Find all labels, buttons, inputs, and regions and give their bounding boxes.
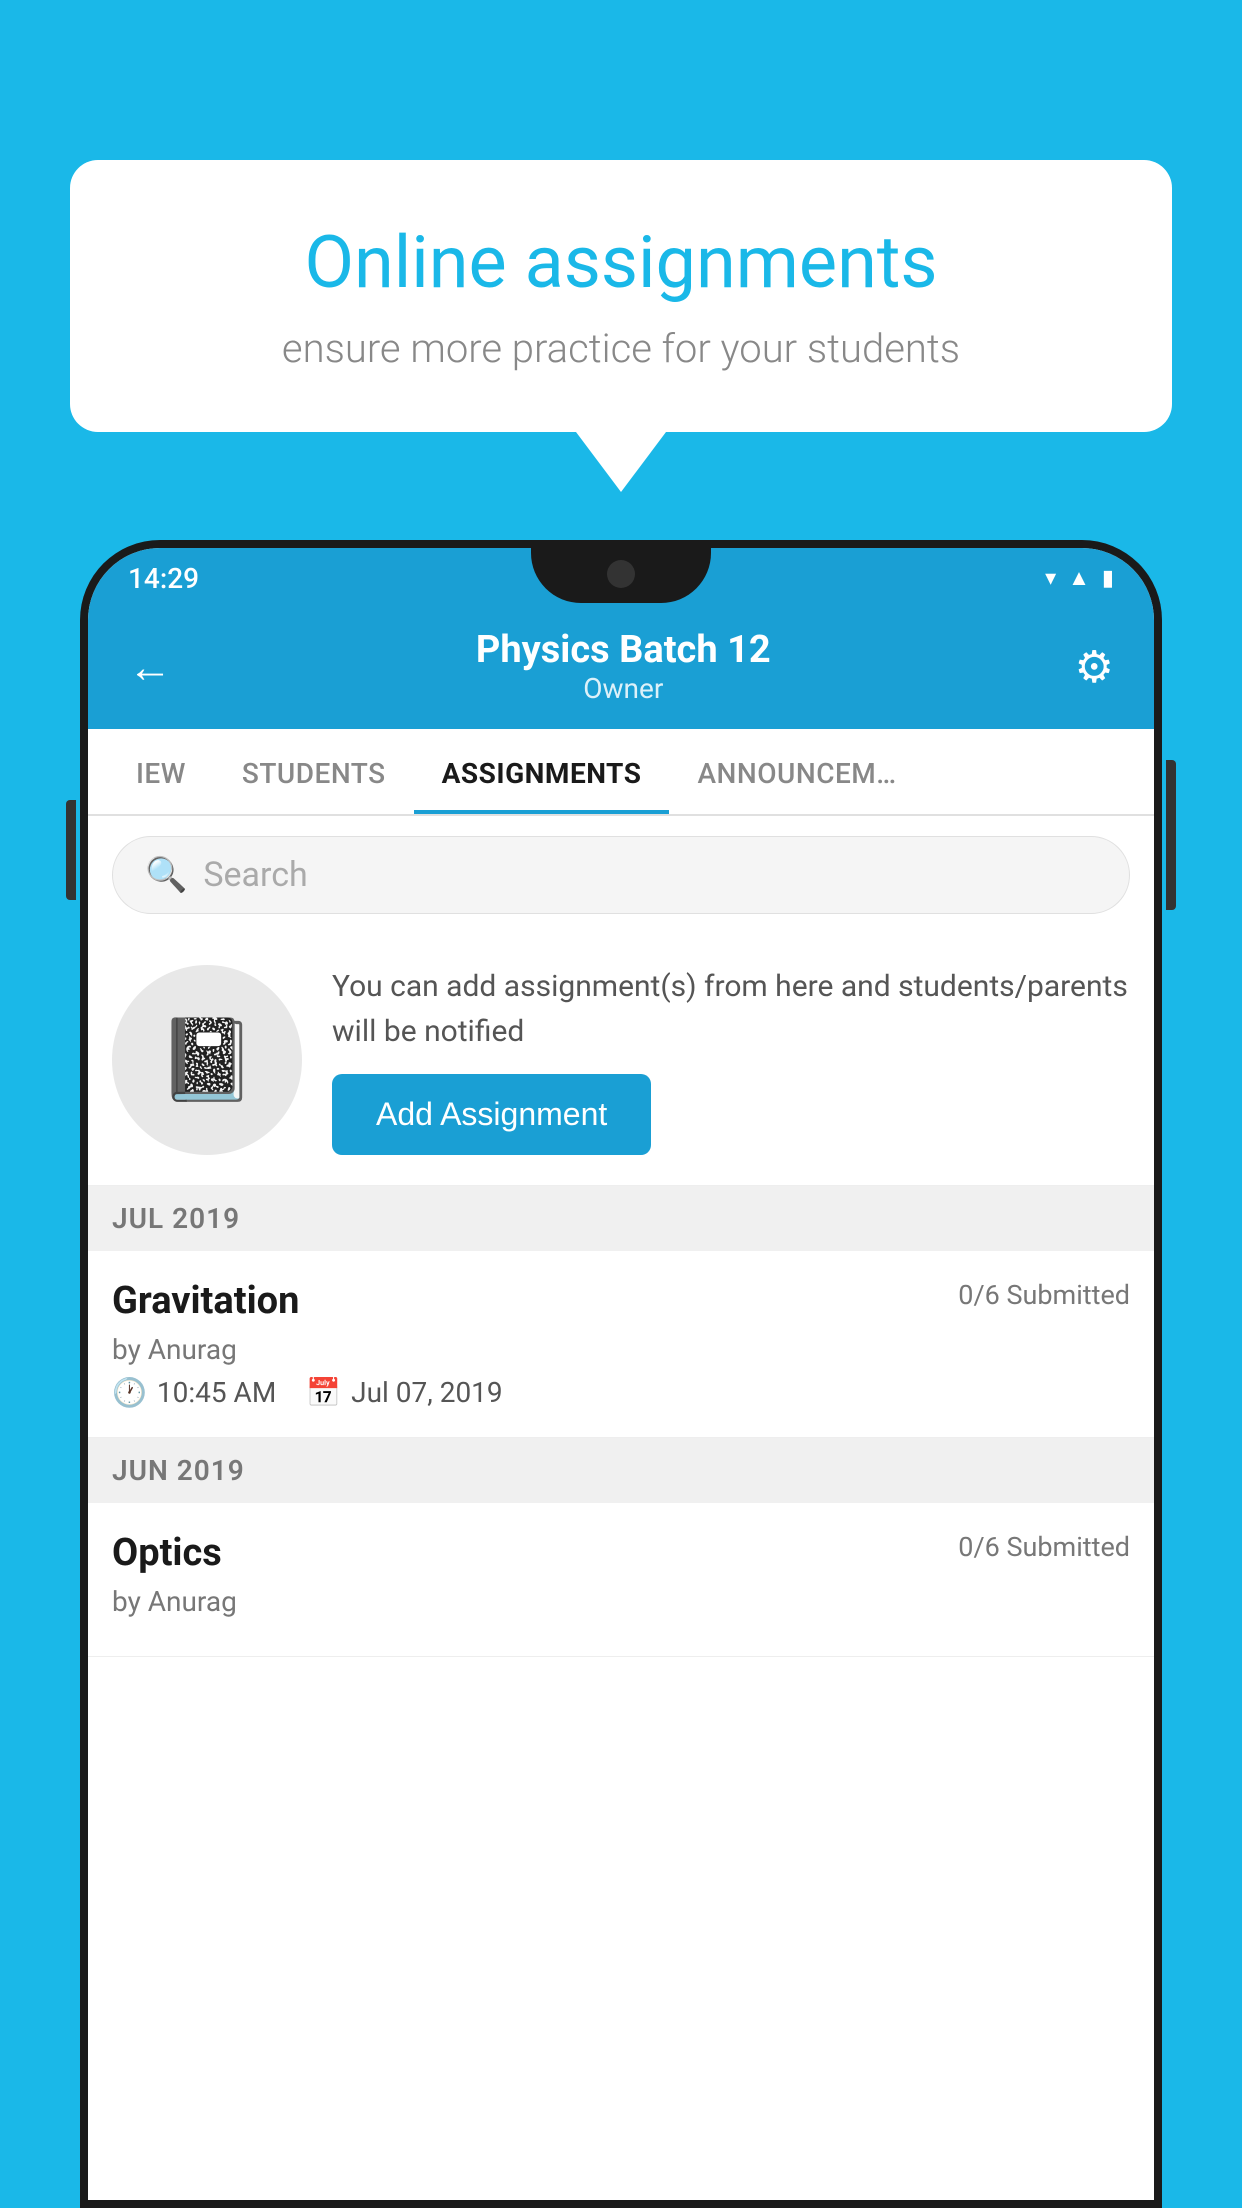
search-placeholder: Search [203, 855, 307, 895]
assignment-name: Gravitation [112, 1279, 299, 1323]
assignment-header: Gravitation 0/6 Submitted [112, 1279, 1130, 1323]
status-bar-icons: ▾ ▲ ▮ [1045, 565, 1114, 591]
promo-right: You can add assignment(s) from here and … [332, 964, 1130, 1155]
speech-bubble-tail [576, 432, 666, 492]
phone-side-button-right [1166, 760, 1176, 910]
tab-announcements[interactable]: ANNOUNCEM… [669, 729, 924, 814]
speech-bubble-wrapper: Online assignments ensure more practice … [70, 160, 1172, 492]
back-button[interactable]: ← [128, 641, 172, 693]
month-separator-jul: JUL 2019 [88, 1186, 1154, 1251]
promo-block: 📓 You can add assignment(s) from here an… [88, 934, 1154, 1186]
notebook-icon: 📓 [157, 1013, 257, 1107]
search-container: 🔍 Search [88, 816, 1154, 934]
assignment-submitted: 0/6 Submitted [958, 1279, 1130, 1311]
notch-camera [607, 560, 635, 588]
phone-inner: 14:29 ▾ ▲ ▮ ← Physics Batch 12 Owner ⚙ I… [88, 548, 1154, 2200]
tab-iew[interactable]: IEW [108, 729, 214, 814]
assignment-time-info: 🕐 10:45 AM 📅 Jul 07, 2019 [112, 1376, 1130, 1409]
assignment-date-value: Jul 07, 2019 [351, 1376, 503, 1409]
phone-side-button-left [66, 800, 76, 900]
signal-icon: ▲ [1068, 565, 1090, 591]
header-subtitle: Owner [476, 672, 771, 705]
assignment-author-optics: by Anurag [112, 1585, 1130, 1618]
assignment-name-optics: Optics [112, 1531, 222, 1575]
assignment-submitted-optics: 0/6 Submitted [958, 1531, 1130, 1563]
month-separator-jun: JUN 2019 [88, 1438, 1154, 1503]
search-bar[interactable]: 🔍 Search [112, 836, 1130, 914]
speech-bubble: Online assignments ensure more practice … [70, 160, 1172, 432]
notch [531, 548, 711, 603]
search-icon: 🔍 [145, 855, 187, 895]
app-header: ← Physics Batch 12 Owner ⚙ [88, 608, 1154, 729]
assignment-header-optics: Optics 0/6 Submitted [112, 1531, 1130, 1575]
tab-students[interactable]: STUDENTS [214, 729, 414, 814]
status-bar: 14:29 ▾ ▲ ▮ [88, 548, 1154, 608]
clock-icon: 🕐 [112, 1376, 147, 1409]
phone-frame: 14:29 ▾ ▲ ▮ ← Physics Batch 12 Owner ⚙ I… [80, 540, 1162, 2208]
assignment-author: by Anurag [112, 1333, 1130, 1366]
header-title: Physics Batch 12 [476, 628, 771, 672]
promo-description: You can add assignment(s) from here and … [332, 964, 1130, 1054]
battery-icon: ▮ [1102, 566, 1114, 591]
wifi-icon: ▾ [1045, 566, 1056, 591]
assignment-time-value: 10:45 AM [157, 1376, 276, 1409]
tabs-bar: IEW STUDENTS ASSIGNMENTS ANNOUNCEM… [88, 729, 1154, 816]
settings-icon[interactable]: ⚙ [1075, 641, 1114, 693]
header-center: Physics Batch 12 Owner [476, 628, 771, 705]
assignment-item-optics[interactable]: Optics 0/6 Submitted by Anurag [88, 1503, 1154, 1657]
speech-bubble-title: Online assignments [140, 220, 1102, 305]
assignment-time: 🕐 10:45 AM [112, 1376, 276, 1409]
status-bar-time: 14:29 [128, 562, 199, 595]
calendar-icon: 📅 [306, 1376, 341, 1409]
assignment-date: 📅 Jul 07, 2019 [306, 1376, 502, 1409]
assignment-item-gravitation[interactable]: Gravitation 0/6 Submitted by Anurag 🕐 10… [88, 1251, 1154, 1438]
speech-bubble-subtitle: ensure more practice for your students [140, 325, 1102, 372]
promo-icon-circle: 📓 [112, 965, 302, 1155]
add-assignment-button[interactable]: Add Assignment [332, 1074, 651, 1155]
tab-assignments[interactable]: ASSIGNMENTS [414, 729, 670, 814]
